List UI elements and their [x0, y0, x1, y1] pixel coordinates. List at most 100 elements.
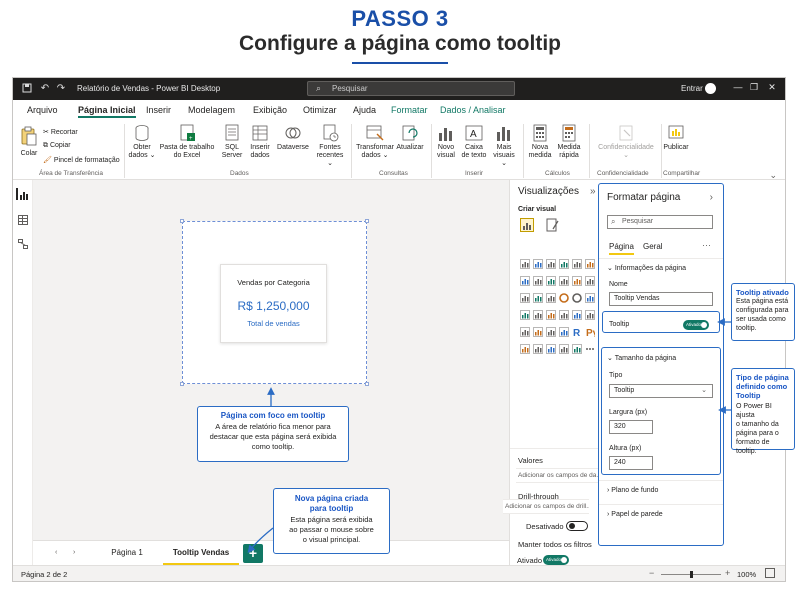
treemap-icon[interactable] [585, 290, 595, 303]
kpi-icon[interactable] [520, 324, 530, 337]
tab-exibicao[interactable]: Exibição [253, 105, 287, 115]
save-icon[interactable] [21, 83, 33, 95]
filled-map-icon[interactable] [533, 307, 543, 320]
qa-icon[interactable] [546, 341, 556, 354]
clustered-column-icon[interactable] [559, 256, 569, 269]
cut-button[interactable]: ✂ Recortar [43, 128, 78, 136]
model-view-icon[interactable] [18, 236, 28, 249]
donut-icon[interactable] [572, 290, 582, 303]
tab-arquivo[interactable]: Arquivo [27, 105, 58, 115]
format-visual-icon[interactable] [546, 218, 560, 232]
gauge-icon[interactable] [559, 307, 569, 320]
dataverse-button[interactable]: Dataverse [275, 124, 311, 152]
column-100-icon[interactable] [585, 256, 595, 269]
clustered-bar-icon[interactable] [533, 256, 543, 269]
values-drop-zone[interactable]: Adicionar os campos de da... [516, 468, 602, 483]
tab-geral[interactable]: Geral [643, 242, 663, 251]
line-clustered-icon[interactable] [572, 273, 582, 286]
keep-filters-toggle[interactable]: Ativado [543, 555, 569, 565]
collapse-format-icon[interactable]: › [710, 192, 713, 203]
tab-pagina[interactable]: Página [609, 242, 634, 255]
text-box-button[interactable]: A Caixa de texto [459, 124, 489, 160]
avatar[interactable] [705, 83, 716, 94]
tab-modelagem[interactable]: Modelagem [188, 105, 235, 115]
redo-icon[interactable]: ↷ [55, 83, 67, 95]
tab-inserir[interactable]: Inserir [146, 105, 171, 115]
tab-pagina-inicial[interactable]: Página Inicial [78, 105, 136, 118]
undo-icon[interactable]: ↶ [39, 83, 51, 95]
resize-handle[interactable] [365, 219, 369, 223]
multi-row-card-icon[interactable] [585, 307, 595, 320]
sensitivity-button[interactable]: Confidencialidade ⌄ [593, 124, 659, 160]
refresh-button[interactable]: Atualizar [395, 124, 425, 152]
cross-report-toggle[interactable] [566, 521, 588, 531]
restore-icon[interactable]: ❐ [747, 82, 761, 93]
close-icon[interactable]: ✕ [765, 82, 779, 93]
section-background[interactable]: › Plano de fundo [607, 487, 658, 494]
area-chart-icon[interactable] [533, 273, 543, 286]
stacked-column-icon[interactable] [546, 256, 556, 269]
card-icon[interactable] [572, 307, 582, 320]
build-visual-icon[interactable] [520, 218, 534, 232]
tooltip-page-area[interactable]: Vendas por Categoria R$ 1,250,000 Total … [180, 219, 369, 386]
stacked-area-icon[interactable] [546, 273, 556, 286]
report-canvas[interactable]: Vendas por Categoria R$ 1,250,000 Total … [33, 180, 509, 540]
map-icon[interactable] [520, 307, 530, 320]
tab-otimizar[interactable]: Otimizar [303, 105, 337, 115]
funnel-icon[interactable] [533, 290, 543, 303]
table-visual-icon[interactable] [546, 324, 556, 337]
new-measure-button[interactable]: Nova medida [527, 124, 553, 160]
more-visuals-button[interactable]: Mais visuais ⌄ [491, 124, 517, 168]
python-visual-icon[interactable]: Py [585, 324, 599, 339]
resize-handle[interactable] [180, 382, 184, 386]
prev-page-icon[interactable]: ‹ [55, 549, 57, 556]
copy-button[interactable]: ⧉ Copiar [43, 142, 71, 150]
waterfall-icon[interactable] [520, 290, 530, 303]
sql-server-button[interactable]: SQL Server [219, 124, 245, 160]
azure-map-icon[interactable] [546, 307, 556, 320]
ribbon-chart-icon[interactable] [585, 273, 595, 286]
tab-ajuda[interactable]: Ajuda [353, 105, 376, 115]
sign-in-link[interactable]: Entrar [681, 84, 703, 93]
publish-button[interactable]: Publicar [663, 124, 689, 152]
add-page-button[interactable]: + [243, 544, 263, 563]
kpi-card[interactable]: Vendas por Categoria R$ 1,250,000 Total … [220, 264, 327, 343]
matrix-icon[interactable] [559, 324, 569, 337]
collapse-ribbon-icon[interactable]: ⌄ [769, 170, 777, 181]
next-page-icon[interactable]: › [73, 549, 75, 556]
recent-sources-button[interactable]: Fontes recentes ⌄ [313, 124, 347, 168]
format-painter-button[interactable]: 🖌 Pincel de formatação [43, 156, 120, 164]
fit-to-page-icon[interactable] [765, 568, 775, 578]
section-wallpaper[interactable]: › Papel de parede [607, 511, 663, 518]
paginated-icon[interactable] [572, 341, 582, 354]
page-name-input[interactable]: Tooltip Vendas [609, 292, 713, 306]
new-visual-button[interactable]: Novo visual [433, 124, 459, 160]
stacked-bar-100-icon[interactable] [572, 256, 582, 269]
zoom-slider-thumb[interactable] [689, 571, 693, 578]
minimize-icon[interactable]: — [731, 82, 745, 92]
zoom-in-icon[interactable]: + [725, 568, 730, 578]
page-tab-1[interactable]: Página 1 [91, 541, 163, 566]
slicer-icon[interactable] [533, 324, 543, 337]
more-visuals-icon[interactable] [585, 341, 595, 351]
transform-data-button[interactable]: Transformar dados ⌄ [353, 124, 397, 160]
report-view-icon[interactable] [16, 188, 30, 200]
key-influencers-icon[interactable] [520, 341, 530, 354]
decomposition-tree-icon[interactable] [533, 341, 543, 354]
expand-pane-icon[interactable]: » [590, 186, 596, 197]
insert-data-button[interactable]: Inserir dados [247, 124, 273, 160]
pie-icon[interactable] [559, 290, 569, 303]
get-data-button[interactable]: Obter dados ⌄ [127, 124, 157, 160]
r-visual-icon[interactable]: R [572, 324, 582, 339]
title-search-input[interactable]: ⌕ Pesquisar [307, 81, 515, 96]
paste-button[interactable]: Colar [17, 126, 41, 158]
zoom-slider[interactable] [661, 571, 721, 578]
smart-narrative-icon[interactable] [559, 341, 569, 354]
quick-measure-button[interactable]: Medida rápida [555, 124, 583, 160]
more-options-icon[interactable]: ··· [702, 240, 711, 250]
resize-handle[interactable] [180, 219, 184, 223]
excel-workbook-button[interactable]: + Pasta de trabalho do Excel [157, 124, 217, 160]
drillthrough-drop-zone[interactable]: Adicionar os campos de drill... [503, 499, 589, 514]
tab-dados-analisar[interactable]: Dados / Analisar [440, 105, 506, 115]
line-column-icon[interactable] [559, 273, 569, 286]
